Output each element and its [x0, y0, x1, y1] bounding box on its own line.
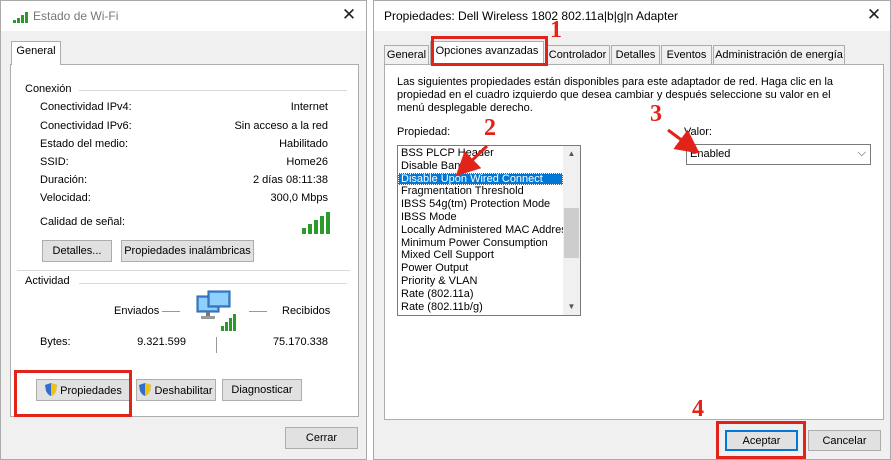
- accept-button[interactable]: Aceptar: [725, 430, 798, 451]
- wifi-status-tabs: General: [1, 31, 366, 65]
- scrollbar-thumb[interactable]: [564, 208, 579, 258]
- adapter-tabs: General Opciones avanzadas Controlador D…: [374, 31, 890, 65]
- bytes-divider: [216, 337, 217, 353]
- tab-general[interactable]: General: [11, 41, 61, 65]
- bytes-received-value: 75.170.338: [272, 336, 328, 348]
- scroll-up-arrow-icon[interactable]: ▲: [563, 146, 580, 162]
- disable-button[interactable]: Deshabilitar: [136, 379, 216, 401]
- row-label-ipv6: Conectividad IPv6:: [40, 120, 132, 132]
- property-list-item[interactable]: Fragmentation Threshold: [398, 185, 563, 198]
- property-list[interactable]: BSS PLCP Header Disable Bands Disable Upon…: [397, 145, 581, 316]
- property-list-item[interactable]: IBSS Mode: [398, 211, 563, 224]
- tab-general[interactable]: General: [384, 45, 429, 64]
- section-divider: [17, 270, 350, 271]
- property-list-item[interactable]: Power Output: [398, 262, 563, 275]
- shield-icon: [45, 383, 58, 396]
- advanced-options-panel: Las siguientes propiedades están disponi…: [384, 64, 884, 420]
- signal-quality-label: Calidad de señal:: [40, 216, 126, 228]
- row-value-media: Habilitado: [279, 138, 328, 150]
- properties-button-label: Propiedades: [60, 385, 122, 397]
- scroll-down-arrow-icon[interactable]: ▼: [563, 299, 580, 315]
- wifi-status-window: Estado de Wi-Fi ✕ General Conexión Conec…: [0, 0, 367, 460]
- sent-line: [162, 311, 180, 312]
- property-list-item[interactable]: Priority & VLAN: [398, 275, 563, 288]
- wifi-signal-icon: [13, 12, 29, 23]
- wifi-status-title: Estado de Wi-Fi: [33, 9, 119, 23]
- row-value-duration: 2 días 08:11:38: [252, 174, 328, 186]
- value-dropdown[interactable]: Enabled ⌵: [686, 144, 871, 165]
- activity-divider: [79, 283, 347, 284]
- property-list-item[interactable]: Disable Bands: [398, 160, 563, 173]
- row-label-speed: Velocidad:: [40, 192, 91, 204]
- row-value-ssid: Home26: [286, 156, 328, 168]
- adapter-properties-window: Propiedades: Dell Wireless 1802 802.11a|…: [373, 0, 891, 460]
- tab-advanced-options[interactable]: Opciones avanzadas: [430, 41, 544, 65]
- annotation-number-4: 4: [692, 396, 704, 422]
- shield-icon: [139, 383, 152, 396]
- value-label: Valor:: [684, 126, 712, 138]
- tab-details[interactable]: Detalles: [611, 45, 660, 64]
- close-button[interactable]: Cerrar: [285, 427, 358, 449]
- row-label-ipv4: Conectividad IPv4:: [40, 101, 132, 113]
- received-label: Recibidos: [282, 305, 331, 317]
- bytes-sent-value: 9.321.599: [137, 336, 186, 348]
- property-list-item[interactable]: Disable Upon Wired Connect: [398, 172, 563, 186]
- adapter-properties-title: Propiedades: Dell Wireless 1802 802.11a|…: [384, 9, 678, 23]
- property-list-item[interactable]: Minimum Power Consumption: [398, 237, 563, 250]
- property-label: Propiedad:: [397, 126, 451, 138]
- row-label-media: Estado del medio:: [40, 138, 129, 150]
- sent-label: Enviados: [114, 305, 160, 317]
- connection-divider: [79, 90, 347, 91]
- property-list-item[interactable]: IBSS 54g(tm) Protection Mode: [398, 198, 563, 211]
- row-label-duration: Duración:: [40, 174, 88, 186]
- tab-events[interactable]: Eventos: [661, 45, 712, 64]
- details-button[interactable]: Detalles...: [42, 240, 112, 262]
- disable-button-label: Deshabilitar: [154, 385, 213, 397]
- property-list-item[interactable]: Rate (802.11a): [398, 288, 563, 301]
- close-icon[interactable]: ✕: [864, 5, 884, 25]
- received-line: [249, 311, 267, 312]
- row-value-ipv6: Sin acceso a la red: [234, 120, 328, 132]
- row-label-ssid: SSID:: [40, 156, 69, 168]
- value-dropdown-selected: Enabled: [690, 148, 731, 160]
- chevron-down-icon: ⌵: [857, 147, 866, 159]
- annotation-number-1: 1: [550, 17, 562, 43]
- close-icon[interactable]: ✕: [339, 5, 359, 25]
- wifi-status-panel: Conexión Conectividad IPv4: Internet Con…: [10, 64, 359, 417]
- property-list-scrollbar[interactable]: ▲ ▼: [563, 146, 580, 315]
- property-list-item[interactable]: Rate (802.11b/g): [398, 301, 563, 314]
- properties-button[interactable]: Propiedades: [36, 379, 131, 401]
- property-list-item[interactable]: Locally Administered MAC Address: [398, 224, 572, 237]
- row-value-speed: 300,0 Mbps: [270, 192, 328, 204]
- tab-driver[interactable]: Controlador: [545, 45, 610, 64]
- tab-power-management[interactable]: Administración de energía: [713, 45, 845, 64]
- property-list-item[interactable]: Mixed Cell Support: [398, 249, 563, 262]
- wireless-properties-button[interactable]: Propiedades inalámbricas: [121, 240, 254, 262]
- annotation-number-3: 3: [650, 101, 662, 127]
- connection-heading: Conexión: [25, 83, 72, 95]
- network-computers-icon: [194, 288, 240, 334]
- wifi-status-titlebar: Estado de Wi-Fi ✕: [1, 1, 366, 31]
- diagnose-button[interactable]: Diagnosticar: [222, 379, 302, 401]
- signal-strength-icon: [302, 212, 330, 234]
- property-list-item[interactable]: BSS PLCP Header: [398, 147, 563, 160]
- cancel-button[interactable]: Cancelar: [808, 430, 881, 451]
- description-text: Las siguientes propiedades están disponi…: [397, 76, 834, 114]
- row-value-ipv4: Internet: [290, 101, 328, 113]
- adapter-properties-titlebar: Propiedades: Dell Wireless 1802 802.11a|…: [374, 1, 890, 31]
- annotation-number-2: 2: [484, 115, 496, 141]
- activity-heading: Actividad: [25, 275, 70, 287]
- bytes-label: Bytes:: [40, 336, 71, 348]
- property-list-items: BSS PLCP Header Disable Bands Disable Upon…: [398, 147, 572, 314]
